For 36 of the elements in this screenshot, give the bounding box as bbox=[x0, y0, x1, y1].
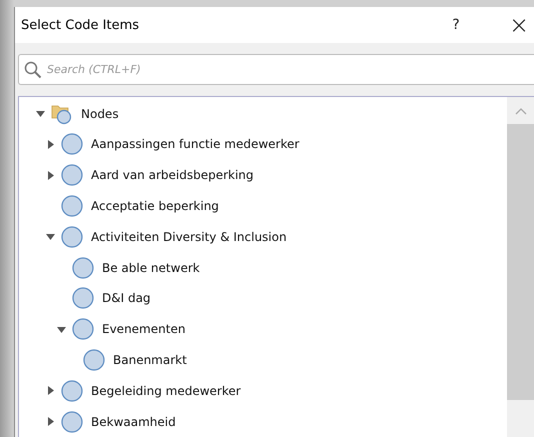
tree-item[interactable]: Aanpassingen functie medewerker bbox=[91, 137, 300, 152]
search-icon bbox=[24, 61, 42, 80]
node-icon bbox=[61, 164, 83, 186]
node-icon bbox=[83, 349, 105, 371]
node-icon bbox=[61, 195, 83, 218]
folder-node-icon bbox=[51, 102, 73, 125]
tree-item[interactable]: Acceptatie beperking bbox=[91, 199, 219, 214]
collapse-arrow-icon[interactable] bbox=[36, 109, 44, 118]
node-icon bbox=[72, 318, 94, 340]
close-button[interactable]: × bbox=[504, 11, 534, 40]
expand-arrow-icon[interactable] bbox=[46, 140, 54, 149]
node-icon bbox=[61, 380, 83, 402]
window-title: Select Code Items bbox=[21, 18, 140, 33]
scrollbar[interactable] bbox=[507, 97, 534, 437]
tree-item[interactable]: Nodes bbox=[81, 106, 119, 121]
tree-item[interactable]: D&I dag bbox=[102, 291, 151, 306]
node-icon bbox=[72, 256, 94, 279]
tree-item[interactable]: Evenementen bbox=[102, 322, 186, 336]
scroll-thumb[interactable] bbox=[507, 124, 534, 400]
search-field[interactable]: Search (CTRL+F) bbox=[18, 54, 534, 86]
expand-arrow-icon[interactable] bbox=[46, 417, 54, 426]
node-icon bbox=[61, 133, 83, 156]
tree-item[interactable]: Bekwaamheid bbox=[91, 414, 176, 429]
expand-arrow-icon[interactable] bbox=[46, 386, 54, 396]
collapse-arrow-icon[interactable] bbox=[56, 324, 66, 334]
expand-arrow-icon[interactable] bbox=[46, 170, 54, 180]
tree-item[interactable]: Banenmarkt bbox=[113, 353, 187, 367]
collapse-arrow-icon[interactable] bbox=[46, 232, 54, 242]
tree-item[interactable]: Begeleiding medewerker bbox=[91, 384, 241, 398]
tree-item[interactable]: Be able netwerk bbox=[102, 260, 200, 275]
node-icon bbox=[61, 226, 83, 248]
tree-item[interactable]: Activiteiten Diversity & Inclusion bbox=[91, 230, 287, 244]
help-button[interactable]: ? bbox=[446, 17, 466, 34]
node-icon bbox=[72, 287, 94, 310]
node-icon bbox=[61, 410, 83, 433]
tree-item[interactable]: Aard van arbeidsbeperking bbox=[91, 168, 254, 182]
